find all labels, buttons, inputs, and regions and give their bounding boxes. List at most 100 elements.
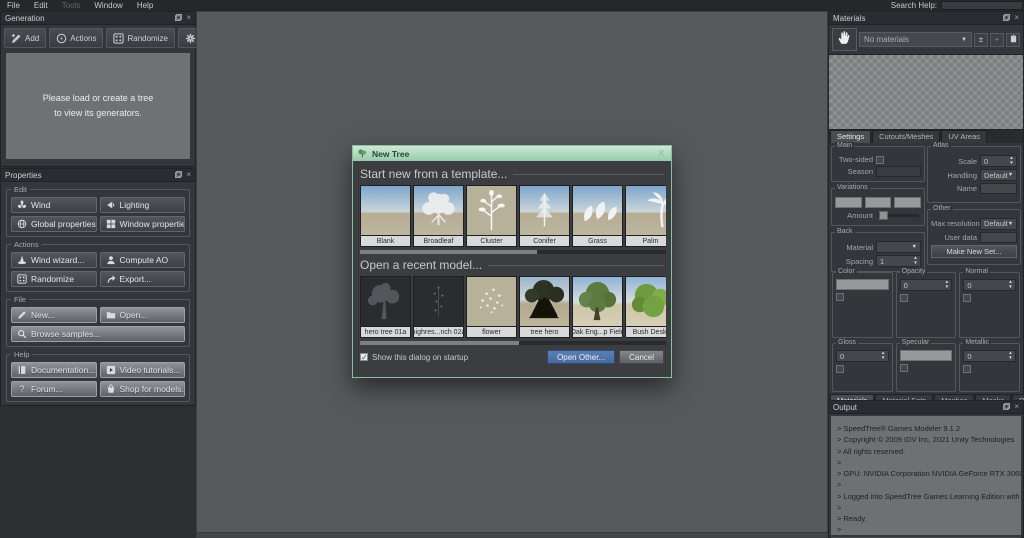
thumbnail-label: flower <box>466 327 517 338</box>
browse-samples-button[interactable]: Browse samples... <box>11 326 185 342</box>
menu-file[interactable]: File <box>0 1 27 10</box>
export-button[interactable]: Export... <box>100 271 186 287</box>
variation-swatch[interactable] <box>865 197 892 208</box>
gloss-spinner[interactable]: 0▲▼ <box>836 350 889 362</box>
add-remove-material-button[interactable]: ± <box>974 33 988 47</box>
name-field[interactable] <box>980 183 1017 194</box>
menu-edit[interactable]: Edit <box>27 1 55 10</box>
wind-button[interactable]: Wind <box>11 197 97 213</box>
tree-icon <box>357 148 368 159</box>
two-sided-checkbox[interactable] <box>876 156 884 164</box>
open-other-button[interactable]: Open Other... <box>547 350 615 364</box>
template-thumb-blank[interactable]: Blank <box>360 185 411 247</box>
recent-thumb-oak-eng-p-field[interactable]: Oak Eng...p Field <box>572 276 623 338</box>
console-line: > Logged into SpeedTree Games Learning E… <box>837 491 1017 502</box>
color-swatch[interactable] <box>836 279 889 290</box>
open-button[interactable]: Open... <box>100 307 186 323</box>
thumbnail-image <box>625 276 666 327</box>
close-panel-icon[interactable]: × <box>1014 14 1019 22</box>
search-help-input[interactable] <box>941 1 1023 10</box>
properties-panel-title: Properties <box>5 171 41 180</box>
opacity-enable-checkbox[interactable] <box>900 294 908 302</box>
specular-swatch[interactable] <box>900 350 953 361</box>
recent-thumb-tree-hero[interactable]: tree hero <box>519 276 570 338</box>
amount-slider[interactable] <box>878 214 919 217</box>
float-panel-icon[interactable] <box>1003 14 1010 23</box>
shop-for-models-button[interactable]: Shop for models... <box>100 381 186 397</box>
back-group: Back Material▼ Spacing 1▲▼ <box>831 232 925 272</box>
specular-enable-checkbox[interactable] <box>900 364 908 372</box>
close-panel-icon[interactable]: × <box>186 171 191 179</box>
back-material-dropdown[interactable]: ▼ <box>876 241 921 253</box>
documentation-button[interactable]: Documentation... <box>11 362 97 378</box>
template-scrollbar[interactable] <box>360 250 666 254</box>
add-material-button[interactable]: + <box>990 33 1004 47</box>
generation-randomize-button[interactable]: Randomize <box>106 28 174 48</box>
metallic-spinner[interactable]: 0▲▼ <box>963 350 1016 362</box>
handling-dropdown[interactable]: Default▼ <box>980 169 1017 181</box>
recent-thumb-row: hero tree 01a highres...nch 02a flower t… <box>360 276 666 338</box>
recent-thumb-highres-nch-02a[interactable]: highres...nch 02a <box>413 276 464 338</box>
scale-spinner[interactable]: 0▲▼ <box>980 155 1017 167</box>
template-thumb-grass[interactable]: Grass <box>572 185 623 247</box>
global-properties-button[interactable]: Global properties <box>11 216 97 232</box>
template-thumb-palm[interactable]: Palm <box>625 185 666 247</box>
recent-thumb-hero-tree-01a[interactable]: hero tree 01a <box>360 276 411 338</box>
menu-help[interactable]: Help <box>130 1 160 10</box>
compute-ao-button[interactable]: Compute AO <box>100 252 186 268</box>
template-thumb-cluster[interactable]: Cluster <box>466 185 517 247</box>
close-panel-icon[interactable]: × <box>186 14 191 22</box>
float-panel-icon[interactable] <box>175 171 182 180</box>
dialog-title-bar[interactable]: New Tree ✕ <box>353 146 671 161</box>
lighting-button[interactable]: Lighting <box>100 197 186 213</box>
show-dialog-on-startup-checkbox[interactable]: ✓ <box>360 353 368 361</box>
material-preview-area[interactable] <box>829 54 1023 130</box>
hand-tool-button[interactable] <box>832 28 857 51</box>
generation-add-button[interactable]: Add <box>4 28 46 48</box>
menu-window[interactable]: Window <box>87 1 129 10</box>
max-resolution-label: Max resolution <box>931 219 977 228</box>
thumbnail-image <box>360 276 411 327</box>
normal-spinner[interactable]: 0▲▼ <box>963 279 1016 291</box>
thumbnail-label: highres...nch 02a <box>413 327 464 338</box>
new-button[interactable]: New... <box>11 307 97 323</box>
template-thumb-broadleaf[interactable]: Broadleaf <box>413 185 464 247</box>
randomize-button[interactable]: Randomize <box>11 271 97 287</box>
user-data-field[interactable] <box>980 232 1017 243</box>
max-resolution-dropdown[interactable]: Default▼ <box>980 218 1017 230</box>
normal-enable-checkbox[interactable] <box>963 294 971 302</box>
spacing-spinner[interactable]: 1▲▼ <box>876 255 921 267</box>
generation-placeholder: Please load or create a tree to view its… <box>6 53 190 159</box>
window-properties-button[interactable]: Window properties <box>100 216 186 232</box>
thumbnail-label: tree hero <box>519 327 570 338</box>
float-panel-icon[interactable] <box>175 14 182 23</box>
variation-swatch[interactable] <box>894 197 921 208</box>
metallic-enable-checkbox[interactable] <box>963 365 971 373</box>
spacing-label: Spacing <box>835 257 873 266</box>
season-field[interactable] <box>876 166 921 177</box>
wind-wizard-button[interactable]: Wind wizard... <box>11 252 97 268</box>
float-panel-icon[interactable] <box>1003 403 1010 412</box>
template-thumb-conifer[interactable]: Conifer <box>519 185 570 247</box>
color-enable-checkbox[interactable] <box>836 293 844 301</box>
variation-swatch[interactable] <box>835 197 862 208</box>
video-tutorials-button[interactable]: Video tutorials... <box>100 362 186 378</box>
recent-scrollbar[interactable] <box>360 341 666 345</box>
opacity-spinner[interactable]: 0▲▼ <box>900 279 953 291</box>
thumbnail-image <box>466 185 517 236</box>
materials-dropdown[interactable]: No materials ▼ <box>859 32 972 47</box>
recent-thumb-flower[interactable]: flower <box>466 276 517 338</box>
close-icon[interactable]: ✕ <box>655 148 667 159</box>
gloss-enable-checkbox[interactable] <box>836 365 844 373</box>
materials-top-tabs: SettingsCutouts/MeshesUV Areas <box>829 130 1023 143</box>
question-icon: ? <box>17 384 27 394</box>
materials-panel-title: Materials <box>833 14 865 23</box>
cancel-button[interactable]: Cancel <box>619 350 664 364</box>
clipboard-button[interactable] <box>1006 33 1020 47</box>
menu-tools[interactable]: Tools <box>55 1 88 10</box>
recent-thumb-bush-deskt[interactable]: Bush Deskt <box>625 276 666 338</box>
forum-button[interactable]: ?Forum... <box>11 381 97 397</box>
make-new-set-button[interactable]: Make New Set... <box>931 245 1017 258</box>
close-panel-icon[interactable]: × <box>1014 403 1019 411</box>
generation-actions-button[interactable]: Actions <box>49 28 103 48</box>
